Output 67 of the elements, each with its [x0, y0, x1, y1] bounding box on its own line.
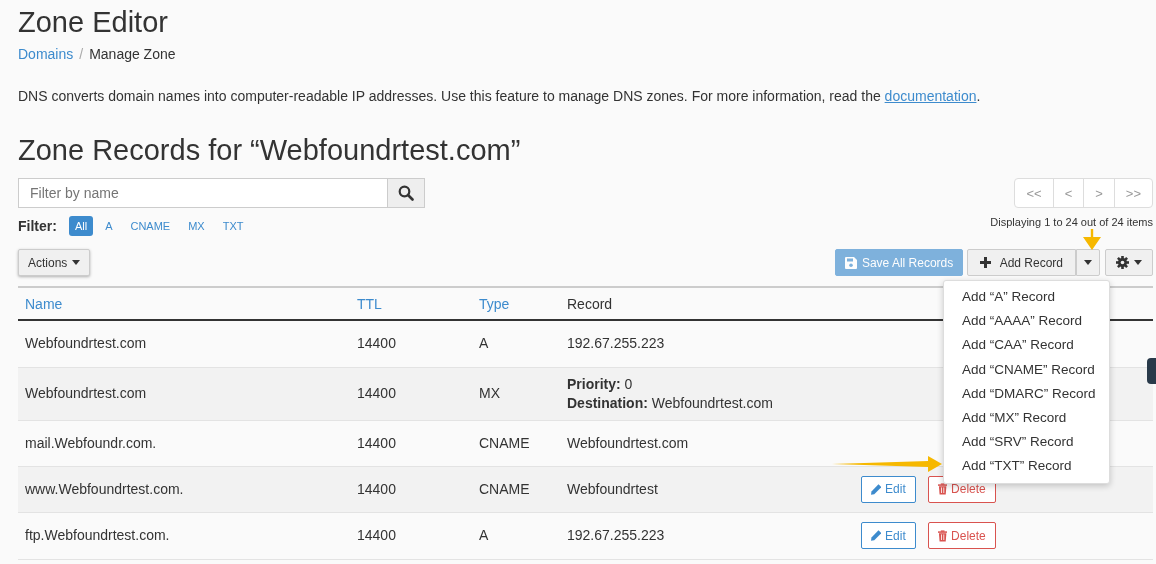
edit-button[interactable]: Edit	[860, 522, 916, 549]
table-cell: Webfoundrtest.com	[560, 420, 854, 466]
breadcrumb-current: Manage Zone	[89, 46, 176, 62]
menu-item[interactable]: Add “AAAA” Record	[944, 309, 1109, 334]
table-cell: www.Webfoundrtest.com.	[18, 466, 350, 512]
menu-item[interactable]: Add “CAA” Record	[944, 333, 1109, 358]
dropdown-toggle[interactable]	[1076, 249, 1100, 276]
search-icon	[398, 185, 414, 201]
next-page-button[interactable]: >	[1083, 179, 1114, 207]
table-cell: 14400	[350, 512, 472, 559]
filter-option[interactable]: CNAME	[124, 216, 177, 236]
breadcrumb-separator: /	[79, 46, 84, 62]
pencil-icon	[870, 483, 882, 495]
column-header[interactable]: Type	[472, 287, 560, 320]
filter-option[interactable]: MX	[182, 216, 211, 236]
table-cell: Priority: 0 Destination: Webfoundrtest.com	[560, 367, 854, 420]
table-cell: CNAME	[472, 420, 560, 466]
menu-item[interactable]: Add “CNAME” Record	[944, 357, 1109, 382]
column-header[interactable]: TTL	[350, 287, 472, 320]
table-cell: mail.Webfoundr.com.	[18, 420, 350, 466]
caret-icon	[72, 260, 81, 265]
settings-button[interactable]	[1105, 249, 1153, 276]
table-cell: 192.67.255.223	[560, 512, 854, 559]
page-title: Zone Editor	[18, 5, 169, 40]
table-cell: Webfoundrtest.com	[18, 367, 350, 420]
column-header[interactable]: Name	[18, 287, 350, 320]
filter-option[interactable]: TXT	[216, 216, 250, 236]
table-cell: A	[472, 320, 560, 367]
menu-item[interactable]: Add “A” Record	[944, 285, 1109, 310]
edit-button[interactable]: Edit	[860, 475, 916, 503]
trash-icon	[937, 529, 948, 542]
table-cell: ftp.Webfoundrtest.com.	[18, 512, 350, 559]
plus-icon	[980, 257, 992, 268]
table-cell: 14400	[350, 420, 472, 466]
table-cell: MX	[472, 367, 560, 420]
menu-item[interactable]: Add “SRV” Record	[944, 430, 1109, 455]
menu-item[interactable]: Add “MX” Record	[944, 406, 1109, 431]
table-cell: 192.67.255.223	[560, 320, 854, 367]
add-record-button[interactable]: Add Record	[967, 249, 1076, 276]
zone-heading: Zone Records for “Webfoundrtest.com”	[18, 133, 522, 168]
search-field[interactable]: Filter by name	[18, 178, 388, 208]
previous-page-button[interactable]: <	[1052, 179, 1084, 207]
first-page-button[interactable]: <<	[1015, 179, 1053, 207]
last-page-button[interactable]: >>	[1113, 179, 1152, 207]
column-header: Record	[560, 287, 854, 320]
pencil-icon	[870, 530, 882, 541]
side-tab[interactable]	[1147, 358, 1156, 384]
table-cell: 14400	[350, 466, 472, 512]
table-cell: 14400	[350, 367, 472, 420]
filter-option[interactable]: A	[99, 216, 119, 236]
display-count: Displaying 1 to 24 out of 24 items	[990, 216, 1153, 228]
annotation-arrow	[1083, 229, 1101, 250]
filter-option[interactable]: All	[68, 216, 94, 236]
table-cell: Webfoundrtest	[560, 466, 854, 512]
caret-icon	[1134, 260, 1142, 265]
settings-icon	[1116, 256, 1129, 269]
table-cell: A	[472, 512, 560, 559]
search-button[interactable]	[388, 178, 425, 208]
caret-icon	[1084, 260, 1092, 265]
table-cell: 14400	[350, 320, 472, 367]
breadcrumb-link[interactable]: Domains	[18, 46, 74, 62]
table-cell: CNAME	[472, 466, 560, 512]
delete-button[interactable]: Delete	[927, 522, 996, 549]
filter-label: Filter:	[18, 218, 57, 234]
table-cell: Webfoundrtest.com	[18, 320, 350, 367]
actions-button[interactable]: Actions	[18, 249, 91, 276]
description-text: DNS converts domain names into computer-readable IP addresses. Use this feature to manage DNS zones. For more information, read the documentation.	[18, 87, 982, 106]
